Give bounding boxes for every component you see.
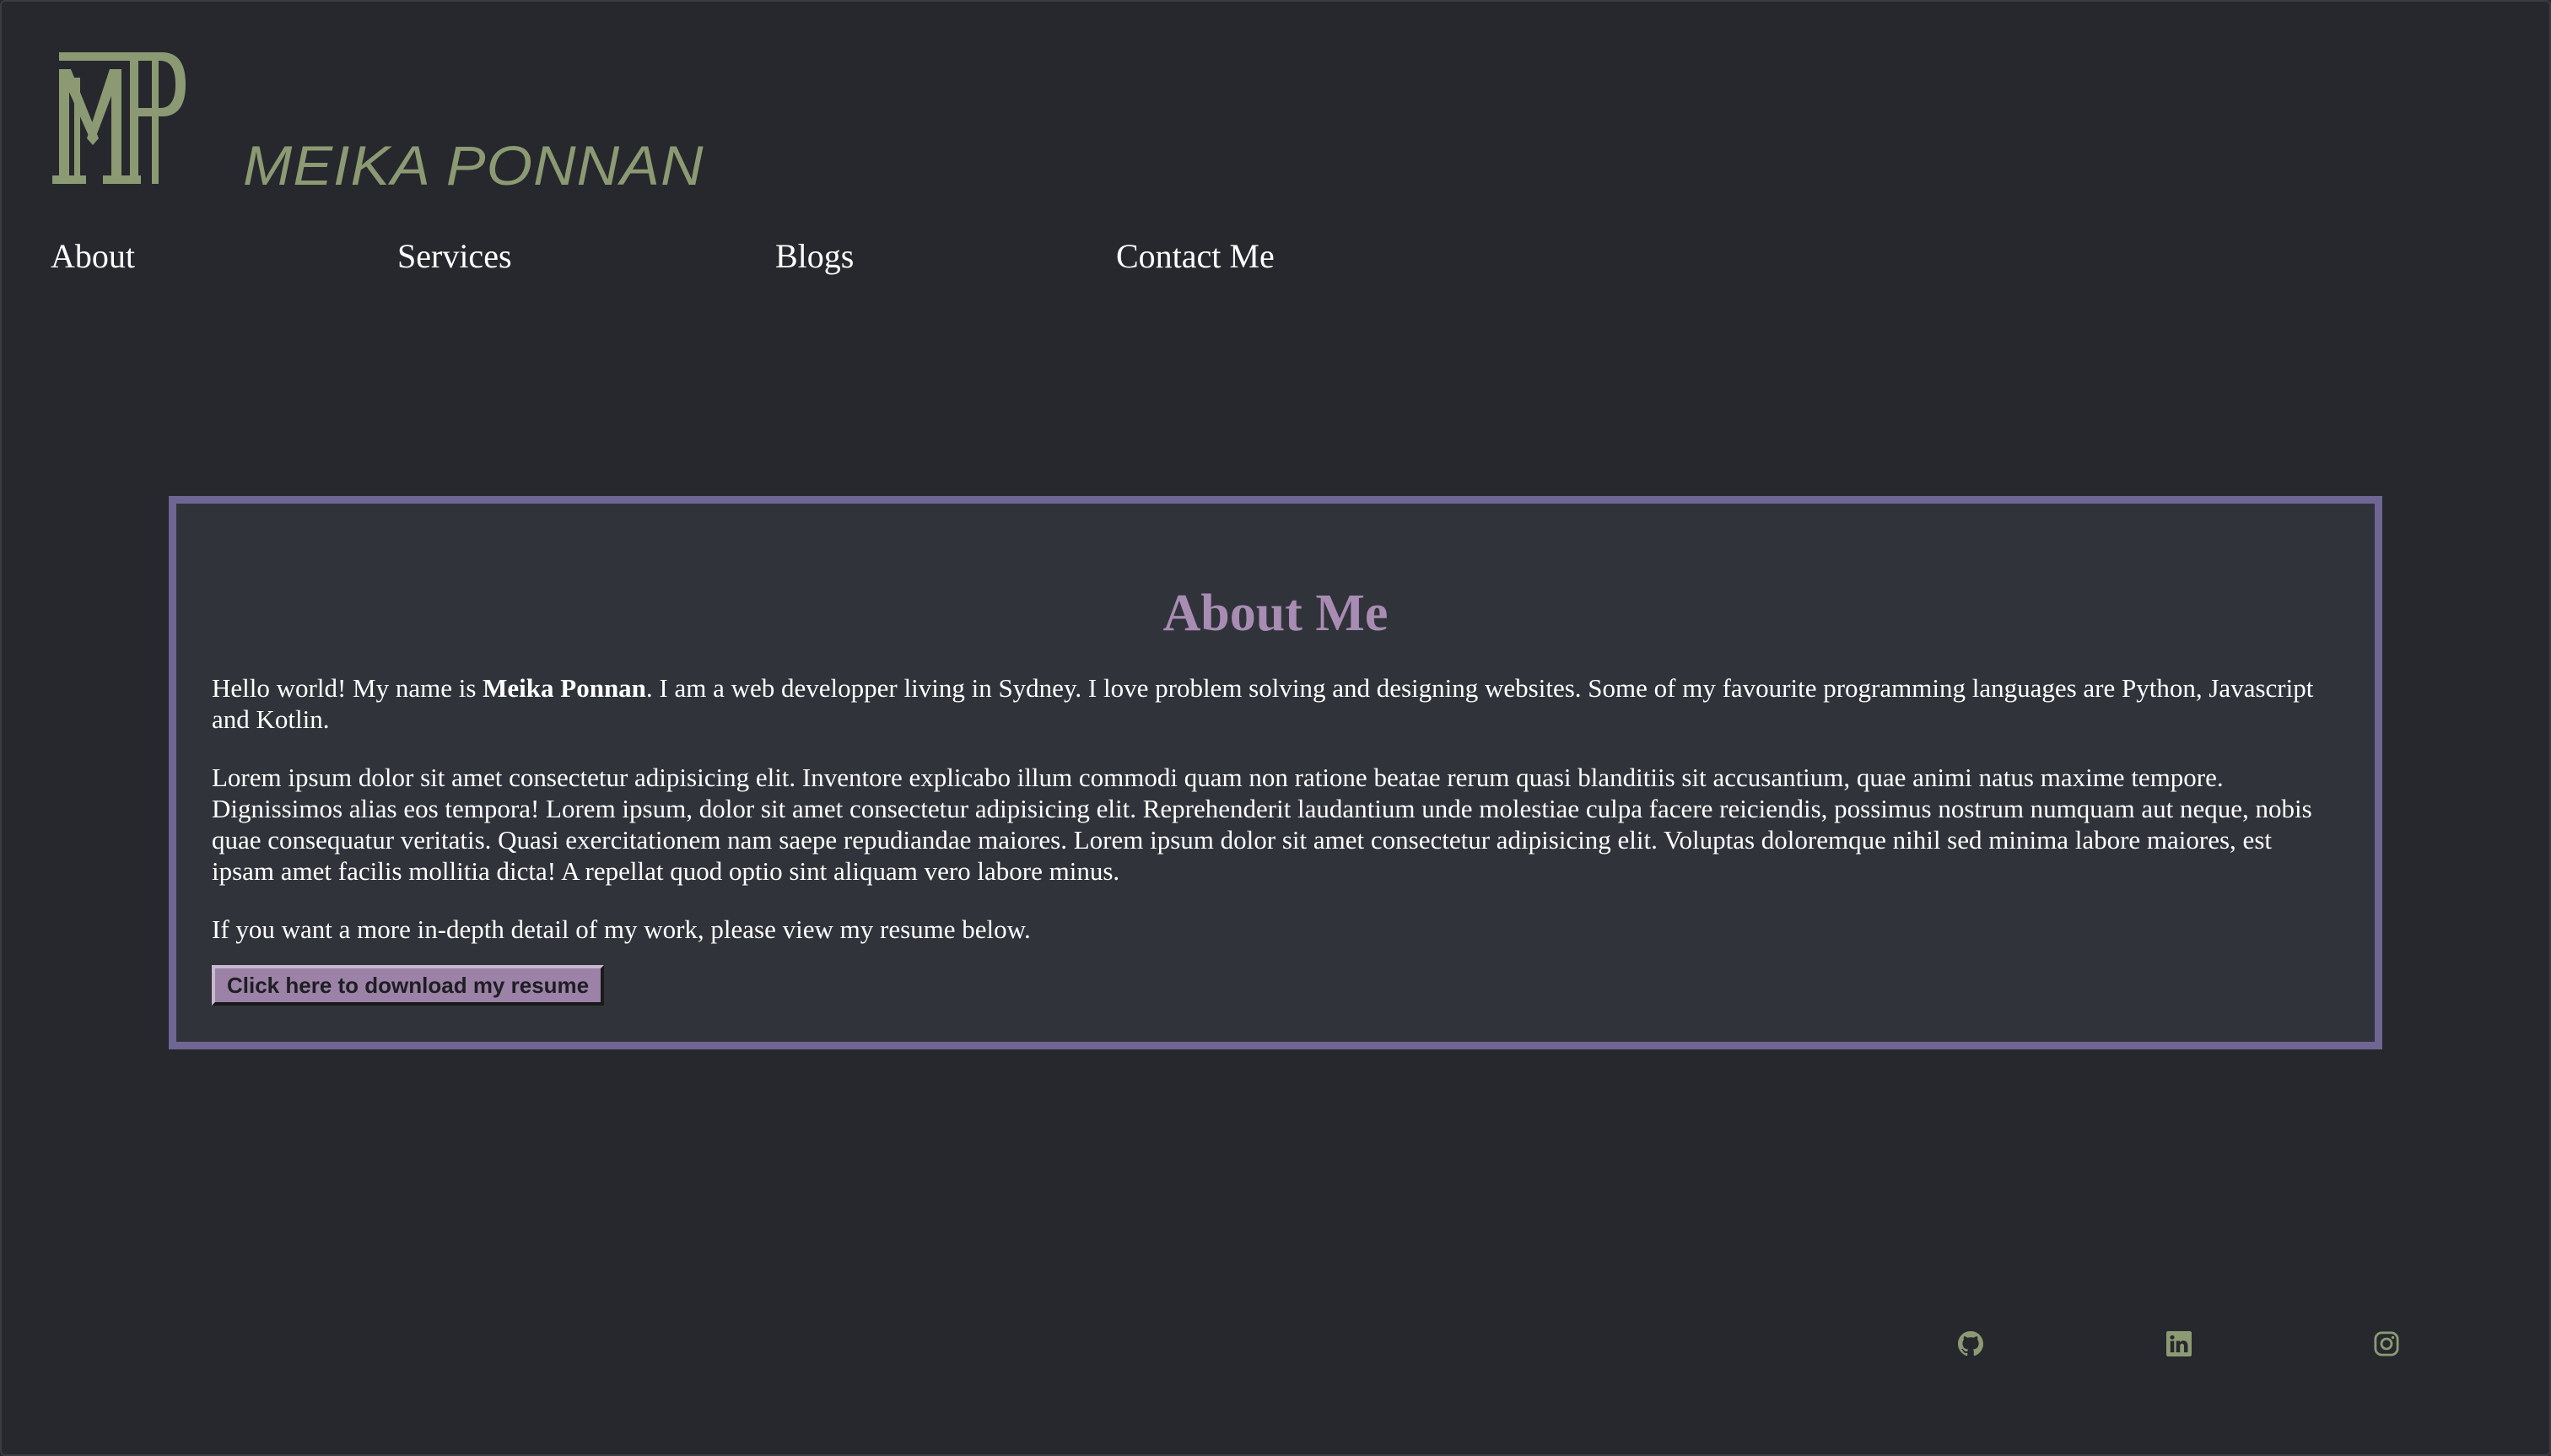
logo-graphic <box>52 52 186 184</box>
lorem-paragraph: Lorem ipsum dolor sit amet consectetur a… <box>212 763 2312 886</box>
about-title: About Me <box>1162 585 1389 642</box>
nav-item-about[interactable]: About <box>51 236 135 276</box>
linkedin-icon[interactable] <box>2166 1331 2192 1356</box>
nav-item-contact-me[interactable]: Contact Me <box>1116 236 1275 276</box>
about-body: Hello world! My name is Meika Ponnan. I … <box>212 672 2339 1006</box>
nav-item-blogs[interactable]: Blogs <box>775 236 854 276</box>
resume-paragraph: If you want a more in-depth detail of my… <box>212 914 1031 944</box>
download-resume-button[interactable]: Click here to download my resume <box>212 965 605 1006</box>
intro-paragraph: Hello world! My name is Meika Ponnan. I … <box>212 672 2339 735</box>
intro-text-before: Hello world! My name is <box>212 673 483 703</box>
brand-name: MEIKA PONNAN <box>243 134 704 197</box>
instagram-icon[interactable] <box>2374 1331 2399 1356</box>
nav-item-services[interactable]: Services <box>397 236 512 276</box>
intro-name: Meika Ponnan <box>483 673 646 703</box>
about-card: About Me Hello world! My name is Meika P… <box>169 496 2382 1049</box>
github-icon[interactable] <box>1958 1331 1983 1356</box>
mp-monogram-logo-icon[interactable] <box>52 44 187 196</box>
